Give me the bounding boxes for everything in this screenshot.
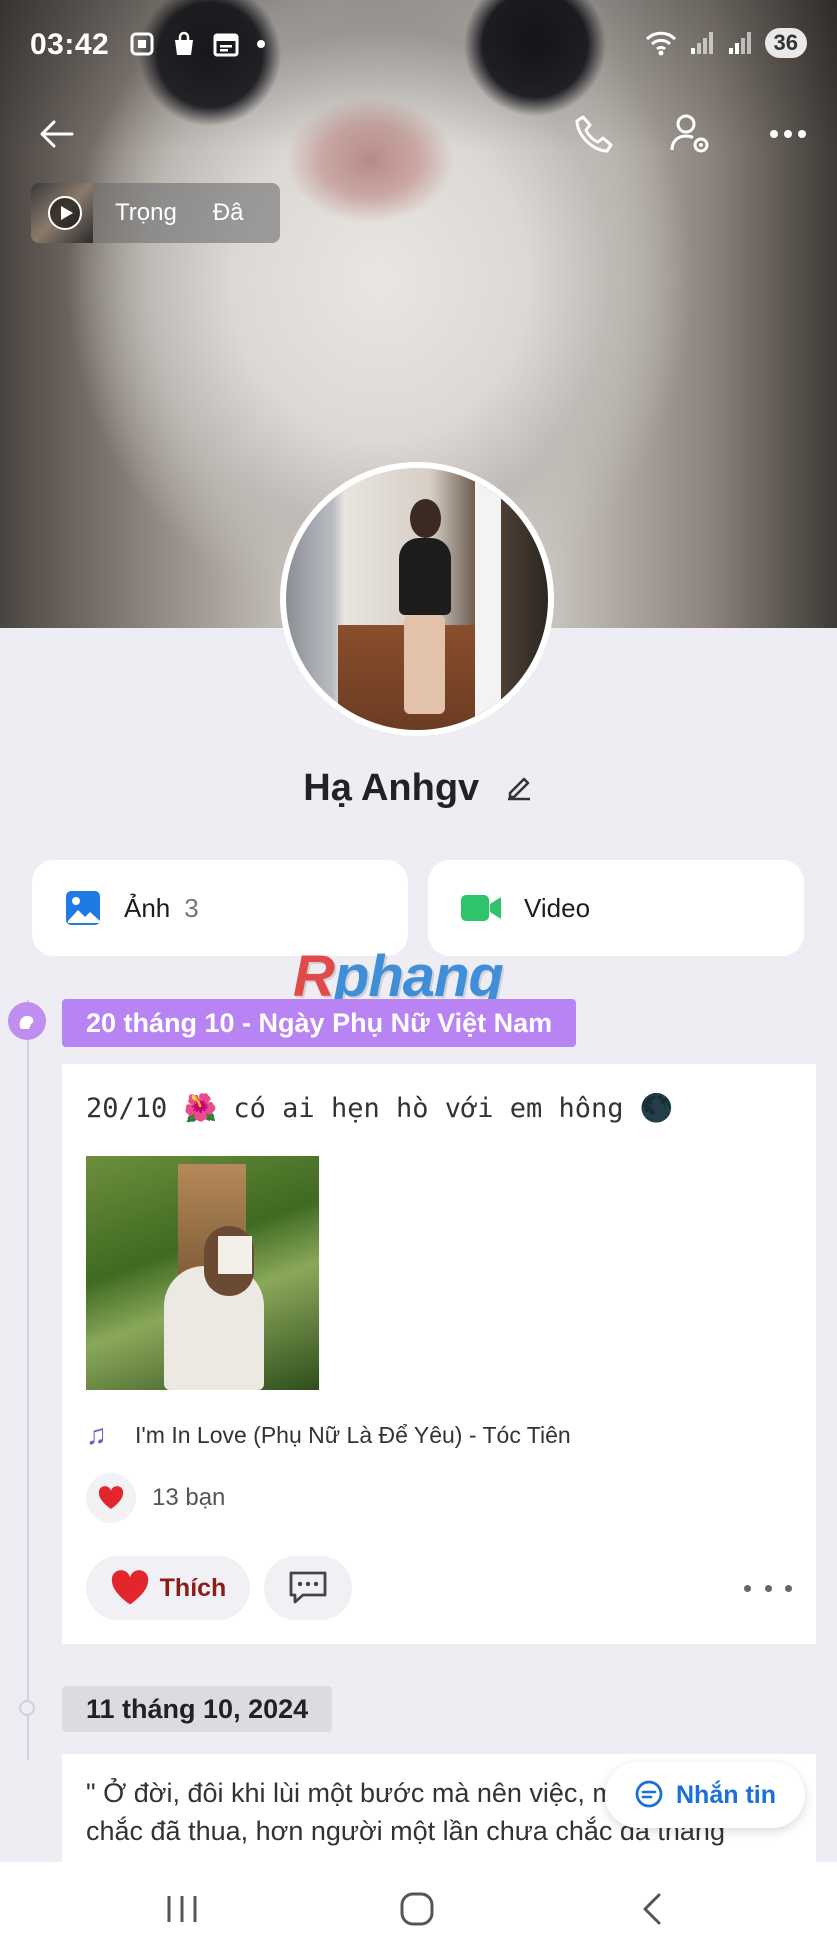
phone-icon [575, 115, 613, 153]
play-icon [48, 196, 82, 230]
home-icon [400, 1892, 434, 1926]
music-title-part-2: Đâ [212, 199, 244, 226]
photos-card[interactable]: Ảnh 3 [32, 860, 408, 956]
avatar-photo [286, 468, 548, 730]
call-button[interactable] [564, 104, 624, 164]
reactions-summary[interactable]: 13 bạn [86, 1473, 225, 1523]
timeline-marker [8, 1002, 46, 1040]
comment-icon [289, 1571, 327, 1604]
photos-count: 3 [184, 892, 199, 923]
back-button[interactable] [26, 104, 86, 164]
screenshot-icon [130, 32, 154, 56]
arrow-left-icon [40, 120, 74, 148]
more-horizontal-icon [770, 130, 806, 138]
recent-apps-icon [167, 1896, 197, 1922]
timeline-dot [19, 1700, 35, 1716]
post-music[interactable]: ♫ I'm In Love (Phụ Nữ Là Để Yêu) - Tóc T… [86, 1419, 571, 1451]
event-chip: 20 tháng 10 - Ngày Phụ Nữ Việt Nam [62, 999, 577, 1047]
reactions-count: 13 bạn [152, 1484, 226, 1511]
dot-icon [257, 40, 265, 48]
system-back-button[interactable] [622, 1884, 682, 1934]
battery-level: 36 [764, 28, 807, 58]
top-nav [0, 100, 837, 170]
edit-name-button[interactable] [504, 768, 534, 811]
wifi-icon [645, 31, 676, 56]
chevron-left-icon [643, 1893, 661, 1925]
date-chip: 11 tháng 10, 2024 [62, 1686, 333, 1732]
music-title-part-1: Trọng [115, 199, 177, 226]
like-label: Thích [159, 1573, 227, 1602]
more-button[interactable] [758, 104, 818, 164]
chat-bubble-icon [635, 1780, 663, 1808]
status-icons-right: 36 [645, 28, 807, 58]
status-icons-left [128, 30, 268, 58]
video-label: Video [524, 892, 591, 923]
signal-icon [728, 32, 751, 54]
photos-label: Ảnh [124, 892, 171, 923]
timeline-line [27, 1000, 29, 1760]
like-button[interactable]: Thích [86, 1556, 250, 1620]
message-button[interactable]: Nhắn tin [605, 1762, 805, 1828]
system-nav-bar [0, 1862, 837, 1955]
calendar-icon [213, 33, 239, 57]
post-more-button[interactable] [744, 1574, 792, 1602]
image-icon [66, 891, 100, 925]
status-bar: 03:42 36 [0, 22, 837, 68]
user-settings-icon [670, 114, 709, 153]
post-card: 20/10 🌺 có ai hẹn hò với em hông 🌑 ♫ I'm… [62, 1064, 816, 1644]
pencil-icon [507, 778, 530, 801]
profile-name-text: Hạ Anhgv [303, 767, 480, 809]
post-text: 20/10 🌺 có ai hẹn hò với em hông 🌑 [86, 1093, 674, 1124]
post-photo[interactable] [86, 1156, 319, 1390]
status-time: 03:42 [30, 28, 110, 61]
music-note-icon: ♫ [86, 1419, 107, 1450]
video-camera-icon [461, 895, 501, 921]
bag-icon [175, 31, 193, 55]
message-label: Nhắn tin [676, 1780, 776, 1809]
profile-settings-button[interactable] [660, 104, 720, 164]
home-button[interactable] [387, 1884, 447, 1934]
comment-button[interactable] [264, 1556, 352, 1620]
music-thumbnail [31, 183, 93, 243]
profile-music-pill[interactable]: Trọng Đâ [31, 183, 280, 243]
video-card[interactable]: Video [428, 860, 804, 956]
avatar[interactable] [280, 462, 554, 736]
heart-icon [111, 1570, 148, 1605]
profile-name: Hạ Anhgv [0, 767, 837, 811]
profile-head-icon [19, 1015, 34, 1029]
recent-apps-button[interactable] [152, 1884, 212, 1934]
music-title: Trọng Đâ [115, 199, 244, 227]
heart-reaction-icon [86, 1473, 136, 1523]
signal-icon [690, 32, 713, 54]
post-song-title: I'm In Love (Phụ Nữ Là Để Yêu) - Tóc Tiê… [135, 1421, 571, 1448]
